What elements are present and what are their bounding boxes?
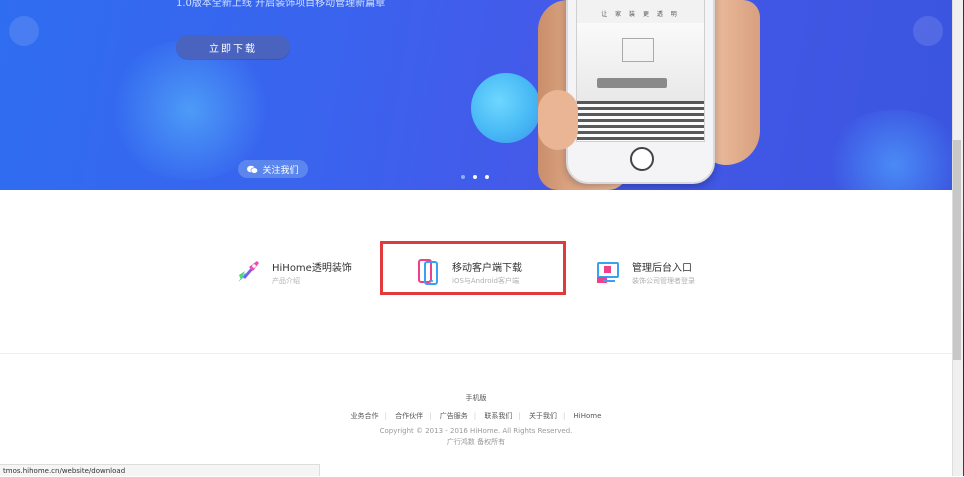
follow-us-button[interactable]: 关注我们 — [238, 160, 308, 178]
footer-link[interactable]: 联系我们 — [484, 412, 512, 420]
copyright: Copyright © 2013 - 2016 HiHome. All Righ… — [379, 427, 573, 435]
status-bar-url: tmos.hihome.cn/website/download — [0, 464, 320, 476]
follow-us-label: 关注我们 — [262, 165, 299, 176]
footer-links: 业务合作 | 合作伙伴 | 广告服务 | 联系我们 | 关于我们 | HiHome — [350, 412, 602, 420]
carousel-next-button[interactable] — [913, 16, 943, 46]
footer-link[interactable]: 关于我们 — [529, 412, 557, 420]
footer-link[interactable]: HiHome — [574, 412, 602, 420]
footer: 手机版 业务合作 | 合作伙伴 | 广告服务 | 联系我们 | 关于我们 | HiHome… — [0, 393, 952, 447]
carousel-dots — [461, 175, 489, 179]
monitor-icon — [594, 258, 622, 286]
phone-image: 让 家 装 更 透 明 — [566, 0, 715, 184]
carousel-dot[interactable] — [461, 175, 465, 179]
hero-glow — [820, 110, 952, 190]
highlight-box — [380, 241, 566, 295]
footer-link[interactable]: 合作伙伴 — [395, 412, 423, 420]
phone-screen-text: 让 家 装 更 透 明 — [601, 11, 680, 18]
hero-glow — [105, 40, 275, 180]
footer-divider — [0, 353, 952, 354]
mobile-version-link[interactable]: 手机版 — [0, 393, 952, 403]
entry-subtitle: 产品介绍 — [272, 276, 300, 285]
carousel-prev-button[interactable] — [9, 16, 39, 46]
hero-subline: 1.0版本全新上线 开启装饰项目移动管理新篇章 — [176, 0, 386, 9]
footer-link[interactable]: 业务合作 — [351, 412, 379, 420]
entry-title: 管理后台入口 — [632, 262, 692, 274]
phone-screen: 让 家 装 更 透 明 — [576, 0, 705, 142]
carousel-dot[interactable] — [473, 175, 477, 179]
hero-orb — [471, 73, 541, 143]
entry-product-intro[interactable]: HiHome透明装饰 产品介绍 — [234, 258, 352, 286]
wechat-icon — [247, 165, 259, 174]
entry-admin-login[interactable]: 管理后台入口 装饰公司管理者登录 — [594, 258, 695, 286]
entry-title: HiHome透明装饰 — [272, 262, 352, 274]
footer-link[interactable]: 广告服务 — [440, 412, 468, 420]
hero-banner: 1.0版本全新上线 开启装饰项目移动管理新篇章 立即下载 让 家 装 更 透 明… — [0, 0, 952, 190]
download-now-button[interactable]: 立即下载 — [176, 35, 290, 59]
phone-home-button — [630, 147, 654, 171]
footer-small-links: 广行鸿数 备权所有 — [446, 438, 506, 446]
scrollbar-thumb[interactable] — [953, 140, 961, 360]
hand-thumb — [538, 90, 578, 150]
rocket-icon — [234, 258, 262, 286]
carousel-dot[interactable] — [485, 175, 489, 179]
entry-subtitle: 装饰公司管理者登录 — [632, 276, 695, 285]
